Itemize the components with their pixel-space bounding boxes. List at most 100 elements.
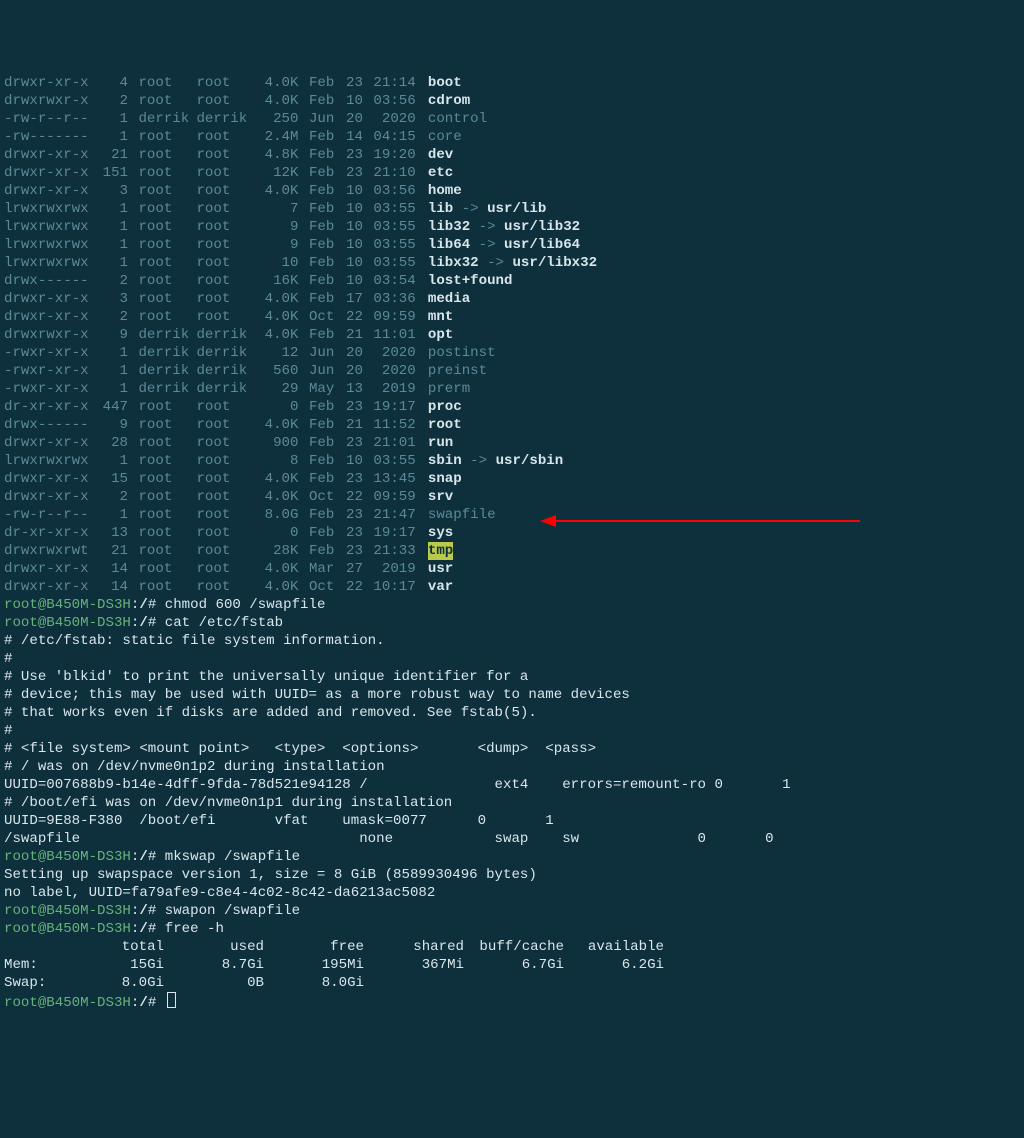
day: 10: [341, 254, 365, 272]
owner: derrik: [138, 362, 196, 380]
time: 21:01: [373, 434, 419, 452]
group: root: [196, 434, 254, 452]
link-count: 151: [92, 164, 130, 182]
prompt-host: root@B450M-DS3H: [4, 921, 131, 937]
link-count: 1: [92, 344, 130, 362]
group: root: [196, 398, 254, 416]
permissions: drwxr-xr-x: [4, 146, 92, 164]
link-count: 14: [92, 578, 130, 596]
permissions: lrwxrwxrwx: [4, 218, 92, 236]
day: 23: [341, 434, 365, 452]
permissions: drwxr-xr-x: [4, 74, 92, 92]
size: 4.0K: [254, 290, 300, 308]
link-count: 4: [92, 74, 130, 92]
link-count: 1: [92, 452, 130, 470]
ls-row: dr-xr-xr-x13 rootroot0 Feb23 19:17 sys: [4, 524, 1020, 542]
day: 20: [341, 110, 365, 128]
file-name: cdrom: [428, 92, 470, 110]
time: 09:59: [373, 308, 419, 326]
free-value: 8.0Gi: [264, 974, 364, 992]
size: 9: [254, 236, 300, 254]
owner: root: [138, 218, 196, 236]
month: Feb: [309, 452, 341, 470]
owner: root: [138, 254, 196, 272]
month: Feb: [309, 416, 341, 434]
month: Feb: [309, 272, 341, 290]
file-name: root: [428, 416, 462, 434]
free-col-header: buff/cache: [464, 938, 564, 956]
owner: root: [138, 488, 196, 506]
day: 10: [341, 236, 365, 254]
fstab-line: #: [4, 722, 1020, 740]
owner: root: [138, 542, 196, 560]
time: 03:36: [373, 290, 419, 308]
permissions: drwxr-xr-x: [4, 488, 92, 506]
month: Feb: [309, 92, 341, 110]
symlink-arrow: ->: [462, 452, 496, 470]
permissions: -rwxr-xr-x: [4, 380, 92, 398]
permissions: -rw-r--r--: [4, 110, 92, 128]
size: 8.0G: [254, 506, 300, 524]
ls-row: drwxr-xr-x3 rootroot4.0K Feb17 03:36 med…: [4, 290, 1020, 308]
day: 10: [341, 182, 365, 200]
link-count: 1: [92, 218, 130, 236]
group: root: [196, 560, 254, 578]
group: root: [196, 542, 254, 560]
time: 2020: [373, 362, 419, 380]
cursor[interactable]: [167, 992, 176, 1008]
day: 21: [341, 416, 365, 434]
terminal-output[interactable]: drwxr-xr-x4 rootroot4.0K Feb23 21:14 boo…: [4, 74, 1020, 1012]
group: root: [196, 416, 254, 434]
day: 10: [341, 218, 365, 236]
size: 12: [254, 344, 300, 362]
day: 23: [341, 470, 365, 488]
time: 11:01: [373, 326, 419, 344]
link-count: 1: [92, 362, 130, 380]
day: 23: [341, 542, 365, 560]
ls-row: drwxrwxr-x2 rootroot4.0K Feb10 03:56 cdr…: [4, 92, 1020, 110]
month: Oct: [309, 488, 341, 506]
free-value: 6.7Gi: [464, 956, 564, 974]
fstab-line: # Use 'blkid' to print the universally u…: [4, 668, 1020, 686]
link-count: 3: [92, 182, 130, 200]
permissions: drwxr-xr-x: [4, 578, 92, 596]
permissions: drwxr-xr-x: [4, 560, 92, 578]
file-name: etc: [428, 164, 453, 182]
file-name: sys: [428, 524, 453, 542]
day: 22: [341, 578, 365, 596]
permissions: drwxrwxrwt: [4, 542, 92, 560]
free-col-header: total: [64, 938, 164, 956]
day: 10: [341, 272, 365, 290]
file-name: proc: [428, 398, 462, 416]
time: 2019: [373, 560, 419, 578]
permissions: drwx------: [4, 272, 92, 290]
ls-row: drwxrwxr-x9 derrikderrik4.0K Feb21 11:01…: [4, 326, 1020, 344]
size: 4.0K: [254, 470, 300, 488]
permissions: -rwxr-xr-x: [4, 362, 92, 380]
free-mem-row: Mem:15Gi8.7Gi195Mi367Mi6.7Gi6.2Gi: [4, 956, 1020, 974]
group: root: [196, 488, 254, 506]
prompt-path: /: [139, 849, 147, 865]
file-name: lib64: [428, 236, 470, 254]
ls-row: lrwxrwxrwx1 rootroot9 Feb10 03:55 lib32 …: [4, 218, 1020, 236]
group: root: [196, 236, 254, 254]
time: 04:15: [373, 128, 419, 146]
month: Feb: [309, 470, 341, 488]
group: derrik: [196, 326, 254, 344]
ls-row: drwxr-xr-x151 rootroot12K Feb23 21:10 et…: [4, 164, 1020, 182]
ls-row: drwxr-xr-x28 rootroot900 Feb23 21:01 run: [4, 434, 1020, 452]
prompt-path: /: [139, 615, 147, 631]
symlink-target: usr/lib32: [504, 218, 580, 236]
command-input: free -h: [165, 921, 224, 937]
free-col-header: available: [564, 938, 664, 956]
group: derrik: [196, 344, 254, 362]
time: 21:33: [373, 542, 419, 560]
ls-row: lrwxrwxrwx1 rootroot10 Feb10 03:55 libx3…: [4, 254, 1020, 272]
owner: root: [138, 74, 196, 92]
size: 4.0K: [254, 182, 300, 200]
size: 4.0K: [254, 92, 300, 110]
ls-row: -rwxr-xr-x1 derrikderrik12 Jun20 2020 po…: [4, 344, 1020, 362]
size: 2.4M: [254, 128, 300, 146]
size: 250: [254, 110, 300, 128]
prompt-host: root@B450M-DS3H: [4, 597, 131, 613]
